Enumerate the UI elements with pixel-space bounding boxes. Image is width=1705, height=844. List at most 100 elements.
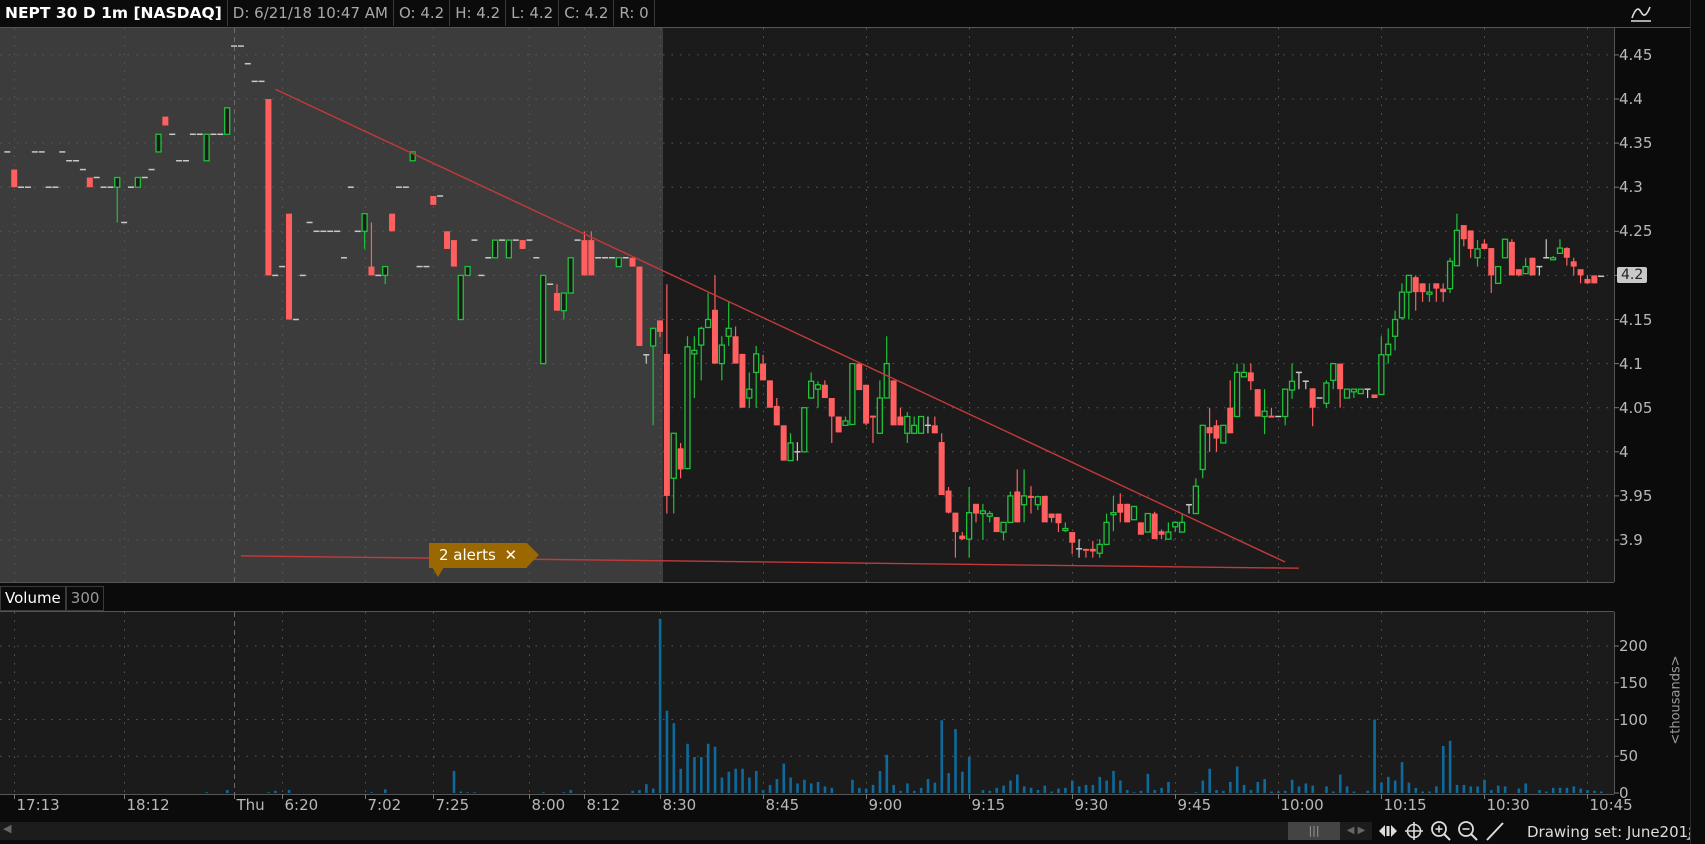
candle-body (1027, 495, 1034, 498)
candle-body (1117, 503, 1124, 513)
volume-bar (679, 768, 683, 793)
price-tick-label: 4.15 (1619, 310, 1653, 329)
candle-body (1446, 260, 1454, 290)
volume-bar (1153, 790, 1157, 793)
candle-body (588, 240, 595, 276)
drawing-set-selector[interactable]: Drawing set: June2018 (1527, 823, 1698, 841)
candle-up (1343, 388, 1351, 399)
candle-up (464, 265, 471, 277)
volume-bar (1551, 787, 1555, 793)
alerts-badge[interactable]: 2 alerts ✕ (429, 543, 540, 568)
volume-tick-label: 100 (1619, 710, 1648, 729)
candle-body (1069, 532, 1076, 543)
volume-bar (1084, 784, 1088, 793)
volume-bar (947, 773, 950, 793)
volume-bar (858, 787, 861, 793)
scrollbar-thumb[interactable]: ||| (1288, 822, 1340, 840)
volume-bar (1036, 790, 1040, 793)
time-tick-label: 8:00 (531, 796, 566, 814)
candle-body (869, 415, 876, 418)
volume-tick-label: 50 (1619, 747, 1639, 766)
volume-bar (906, 783, 909, 793)
volume-bar (1105, 780, 1108, 793)
volume-bar (225, 790, 229, 793)
volume-bar (734, 768, 737, 793)
volume-bar (1393, 780, 1397, 793)
candle-body (1577, 269, 1584, 276)
volume-bar (205, 792, 208, 793)
candle-body (835, 416, 842, 433)
volume-bar (1297, 786, 1301, 793)
scroll-step-buttons[interactable]: ◀ ▶ (1340, 822, 1372, 840)
volume-bar (672, 723, 676, 793)
candle-body (1488, 248, 1495, 276)
candle-body (114, 176, 121, 188)
candle-body (1515, 269, 1522, 276)
zoom-in-icon[interactable] (1430, 820, 1452, 842)
zoom-out-icon[interactable] (1457, 820, 1479, 842)
volume-bar (912, 790, 916, 793)
price-tick-label: 4 (1619, 442, 1629, 461)
price-tick-label: 4.4 (1619, 90, 1643, 108)
time-tick-label: 10:30 (1486, 796, 1530, 814)
horizontal-scrollbar[interactable] (0, 822, 1290, 840)
volume-bar (1593, 790, 1596, 793)
candle-body (1323, 382, 1330, 404)
volume-bar (1256, 781, 1260, 793)
volume-study-header[interactable]: Volume 300 (0, 586, 105, 611)
candle-up (505, 239, 513, 259)
candle-down (1124, 503, 1131, 523)
candle-body (1062, 527, 1069, 532)
volume-bar (892, 784, 895, 793)
volume-bar (542, 792, 545, 793)
candle-up (1323, 380, 1330, 408)
candle-body (657, 320, 663, 332)
volume-bar (954, 729, 957, 793)
volume-bar (1132, 792, 1136, 793)
candle-up (1007, 491, 1014, 524)
volume-bar (1435, 786, 1438, 793)
pan-icon[interactable] (1377, 820, 1399, 842)
candle-body (86, 177, 93, 188)
candle-body (430, 196, 437, 205)
candle-body (1570, 261, 1577, 267)
candle-body (1412, 277, 1419, 293)
close-icon[interactable]: ✕ (505, 546, 518, 564)
candle-down (389, 213, 396, 232)
crosshair-icon[interactable] (1403, 820, 1425, 842)
drawing-pencil-icon[interactable] (1484, 820, 1506, 842)
chart-canvas[interactable] (0, 0, 1705, 844)
candle-down (629, 257, 636, 267)
candle-body (986, 512, 993, 517)
candle-body (684, 346, 691, 470)
volume-bar (823, 786, 827, 793)
volume-bar (1421, 791, 1424, 793)
volume-bar (1146, 773, 1150, 793)
volume-bar (1517, 788, 1521, 793)
volume-bar (1490, 790, 1493, 793)
candle-up (684, 336, 691, 470)
candle-body (801, 407, 808, 453)
candle-body (450, 240, 457, 267)
candle-up (540, 274, 547, 365)
candle-body (1041, 495, 1048, 523)
candle-body (1192, 485, 1200, 515)
volume-bar (1071, 780, 1074, 793)
scroll-left-icon[interactable]: ◀ (3, 822, 11, 835)
candle-down (430, 196, 437, 205)
volume-bar (1428, 791, 1431, 793)
candle-body (773, 405, 780, 426)
candle-body (1137, 522, 1144, 535)
candle-up (1130, 505, 1138, 521)
volume-bar (693, 756, 696, 793)
volume-bar (665, 710, 669, 793)
candle-body (1474, 248, 1481, 259)
candle-down (86, 177, 93, 188)
vertical-scrollbar[interactable] (1690, 0, 1705, 844)
candle-down (938, 433, 945, 496)
volume-bar (1064, 787, 1067, 793)
candle-body (1103, 521, 1110, 546)
volume-bar (1160, 787, 1163, 793)
volume-bar (727, 771, 731, 793)
candle-body (938, 442, 945, 496)
